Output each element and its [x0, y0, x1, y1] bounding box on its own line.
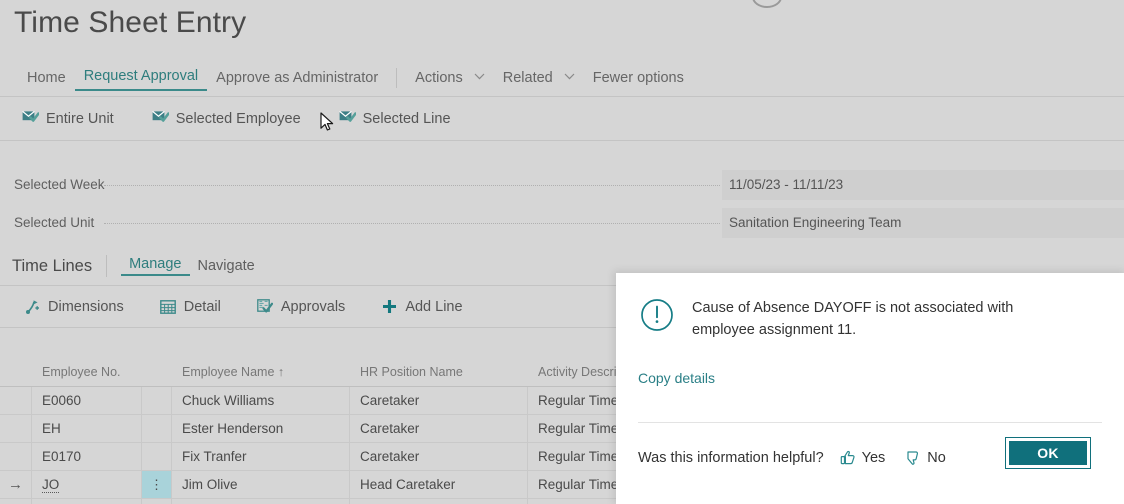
menu-item-related[interactable]: Related	[494, 67, 584, 89]
field-selected-unit-label: Selected Unit	[14, 206, 94, 240]
cell-employee-name[interactable]: Fix Tranfer	[172, 443, 350, 471]
toolbar-add-line[interactable]: Add Line	[381, 298, 462, 315]
envelope-check-icon	[22, 110, 39, 127]
time-lines-title: Time Lines	[12, 257, 92, 276]
cell-employee-no[interactable]: E0170	[32, 443, 142, 471]
grid-detail-icon	[160, 298, 177, 315]
plus-icon	[381, 298, 398, 315]
toolbar-dimensions[interactable]: Dimensions	[24, 298, 124, 315]
menu-bar: Home Request Approval Approve as Adminis…	[0, 60, 1124, 97]
chevron-down-icon	[474, 73, 485, 80]
approvals-icon	[257, 298, 274, 315]
cell-hr-position-name[interactable]: Caretaker	[350, 443, 528, 471]
action-entire-unit[interactable]: Entire Unit	[22, 110, 114, 127]
field-dotted-leader	[104, 223, 720, 224]
feedback-no-label: No	[927, 450, 946, 466]
grid-header-employee-name[interactable]: Employee Name ↑	[172, 365, 350, 386]
row-indicator	[0, 415, 32, 443]
menu-item-home[interactable]: Home	[18, 67, 75, 89]
row-menu-cell[interactable]	[142, 499, 172, 504]
cell-employee-name[interactable]: Ester Henderson	[172, 415, 350, 443]
field-selected-week-label: Selected Week	[14, 168, 105, 202]
menu-item-actions[interactable]: Actions	[406, 67, 494, 89]
menu-item-related-label: Related	[503, 70, 553, 86]
feedback-yes-button[interactable]: Yes	[840, 450, 886, 466]
copy-details-link[interactable]: Copy details	[638, 370, 715, 386]
thumbs-up-icon	[840, 450, 856, 466]
tab-navigate[interactable]: Navigate	[190, 258, 263, 274]
feedback-question: Was this information helpful?	[638, 450, 824, 466]
field-selected-unit: Selected Unit Sanitation Engineering Tea…	[0, 206, 1124, 240]
row-menu-cell[interactable]	[142, 415, 172, 443]
action-entire-unit-label: Entire Unit	[46, 111, 114, 127]
cell-hr-position-name[interactable]: Caretaker	[350, 415, 528, 443]
action-bar: Entire Unit Selected Employee Selected	[0, 97, 1124, 141]
ok-button[interactable]: OK	[1006, 438, 1090, 468]
cell-employee-no[interactable]: E0060	[32, 387, 142, 415]
row-indicator	[0, 387, 32, 415]
field-dotted-leader	[104, 185, 720, 186]
menu-item-actions-label: Actions	[415, 70, 463, 86]
cell-employee-name[interactable]	[172, 499, 350, 504]
dialog-message-text: Cause of Absence DAYOFF is not associate…	[692, 297, 1074, 341]
row-indicator-arrow: →	[0, 471, 32, 499]
action-selected-employee[interactable]: Selected Employee	[152, 110, 301, 127]
feedback-yes-label: Yes	[862, 450, 886, 466]
partial-circle-decoration	[752, 0, 782, 8]
menu-item-fewer-options[interactable]: Fewer options	[584, 67, 693, 89]
grid-header-hr-position-name[interactable]: HR Position Name	[350, 365, 528, 386]
cell-employee-no[interactable]: JO	[32, 471, 142, 499]
field-selected-unit-value[interactable]: Sanitation Engineering Team	[722, 208, 1124, 238]
dimensions-icon	[24, 298, 41, 315]
dialog-message-row: Cause of Absence DAYOFF is not associate…	[640, 297, 1102, 341]
tab-manage[interactable]: Manage	[121, 256, 189, 276]
cell-employee-name[interactable]: Chuck Williams	[172, 387, 350, 415]
grid-header-menu-col	[142, 379, 172, 386]
action-selected-line-label: Selected Line	[363, 111, 451, 127]
chevron-down-icon	[564, 73, 575, 80]
cell-employee-no[interactable]: EH	[32, 415, 142, 443]
time-lines-divider	[106, 255, 107, 277]
thumbs-down-icon	[905, 450, 921, 466]
field-selected-week: Selected Week 11/05/23 - 11/11/23	[0, 168, 1124, 202]
dialog-footer: Was this information helpful? Yes No	[638, 438, 1108, 478]
cell-employee-no-link[interactable]: JO	[42, 477, 59, 493]
dialog-body: Cause of Absence DAYOFF is not associate…	[616, 273, 1124, 341]
menu-item-request-approval[interactable]: Request Approval	[75, 65, 207, 91]
envelope-check-icon	[339, 110, 356, 127]
app-window: Time Sheet Entry Home Request Approval A…	[0, 0, 1124, 504]
exclamation-circle-icon	[640, 298, 674, 341]
menu-item-approve-as-administrator[interactable]: Approve as Administrator	[207, 67, 387, 89]
cell-employee-name[interactable]: Jim Olive	[172, 471, 350, 499]
toolbar-detail-label: Detail	[184, 299, 221, 315]
toolbar-approvals[interactable]: Approvals	[257, 298, 345, 315]
envelope-check-icon	[152, 110, 169, 127]
vertical-dots-icon: ⋮	[150, 478, 163, 491]
page-title: Time Sheet Entry	[14, 6, 246, 40]
grid-header-indicator	[0, 379, 32, 386]
row-menu-cell[interactable]: ⋮	[142, 471, 172, 499]
toolbar-dimensions-label: Dimensions	[48, 299, 124, 315]
toolbar-approvals-label: Approvals	[281, 299, 345, 315]
grid-header-employee-no[interactable]: Employee No.	[32, 365, 142, 386]
row-indicator	[0, 443, 32, 471]
row-indicator	[0, 499, 32, 504]
cell-employee-no[interactable]	[32, 499, 142, 504]
cell-hr-position-name[interactable]: Head Caretaker	[350, 471, 528, 499]
field-selected-week-value[interactable]: 11/05/23 - 11/11/23	[722, 170, 1124, 200]
action-selected-employee-label: Selected Employee	[176, 111, 301, 127]
cell-hr-position-name[interactable]	[350, 499, 528, 504]
toolbar-detail[interactable]: Detail	[160, 298, 221, 315]
feedback-no-button[interactable]: No	[905, 450, 946, 466]
toolbar-add-line-label: Add Line	[405, 299, 462, 315]
action-selected-line[interactable]: Selected Line	[339, 110, 451, 127]
dialog-separator	[638, 422, 1102, 423]
cell-hr-position-name[interactable]: Caretaker	[350, 387, 528, 415]
row-menu-cell[interactable]	[142, 387, 172, 415]
menu-divider	[396, 68, 397, 88]
row-menu-cell[interactable]	[142, 443, 172, 471]
notification-dialog: Cause of Absence DAYOFF is not associate…	[616, 273, 1124, 504]
